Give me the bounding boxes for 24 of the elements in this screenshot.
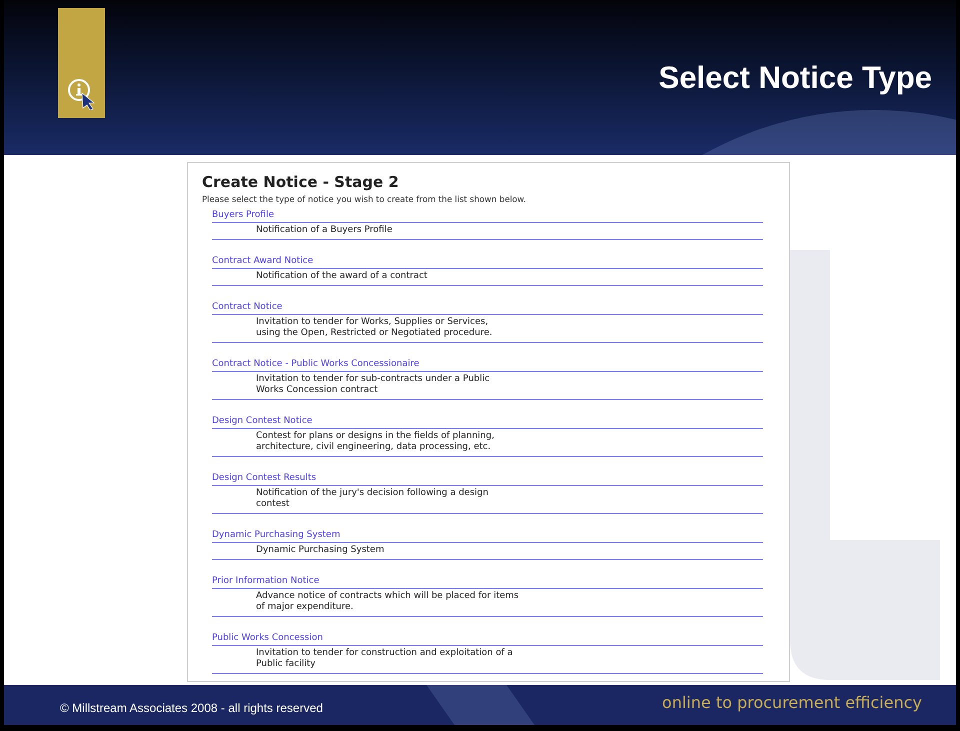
slide-title: Select Notice Type <box>658 60 932 96</box>
notice-description: Advance notice of contracts which will be placed for items of major expenditure. <box>212 588 763 617</box>
notice-type-link[interactable]: Buyers Profile <box>212 208 763 223</box>
notice-description: Notification of a Buyers Profile <box>212 222 763 240</box>
notice-type-link[interactable]: Contract Notice - Public Works Concessionaire <box>212 358 763 372</box>
notice-type-link[interactable]: Design Contest Results <box>212 472 763 486</box>
notice-description: Invitation to tender for sub-contracts under a Public Works Concession contract <box>212 372 763 400</box>
notice-type-link[interactable]: Dynamic Purchasing System <box>212 528 763 543</box>
notice-type-link[interactable]: Contract Award Notice <box>212 254 763 269</box>
notice-type-link[interactable]: Design Contest Notice <box>212 414 763 429</box>
notice-type-link[interactable]: Public Works Concession <box>212 632 763 646</box>
notice-description: Notification of the award of a contract <box>212 268 763 286</box>
notice-description: Contest for plans or designs in the fields of planning, architecture, civil engineering, data processing, etc. <box>212 428 763 457</box>
panel-heading: Create Notice - Stage 2 <box>202 173 400 191</box>
copyright-text: © Millstream Associates 2008 - all rights reserved <box>60 701 323 715</box>
notice-description: Invitation to tender for construction and exploitation of a Public facility <box>212 646 763 674</box>
notice-description: Invitation to tender for Works, Supplies or Services, using the Open, Restricted or Negotiated procedure. <box>212 314 763 343</box>
notice-description: Dynamic Purchasing System <box>212 542 763 560</box>
tagline-text: online to procurement efficiency <box>662 693 922 712</box>
instruction-text: Please select the type of notice you wish to create from the list shown below. <box>202 193 528 206</box>
notice-description: Notification of the jury's decision following a design contest <box>212 486 763 514</box>
info-cursor-icon <box>66 78 96 110</box>
notice-type-link[interactable]: Prior Information Notice <box>212 574 763 589</box>
notice-type-link[interactable]: Contract Notice <box>212 300 763 315</box>
